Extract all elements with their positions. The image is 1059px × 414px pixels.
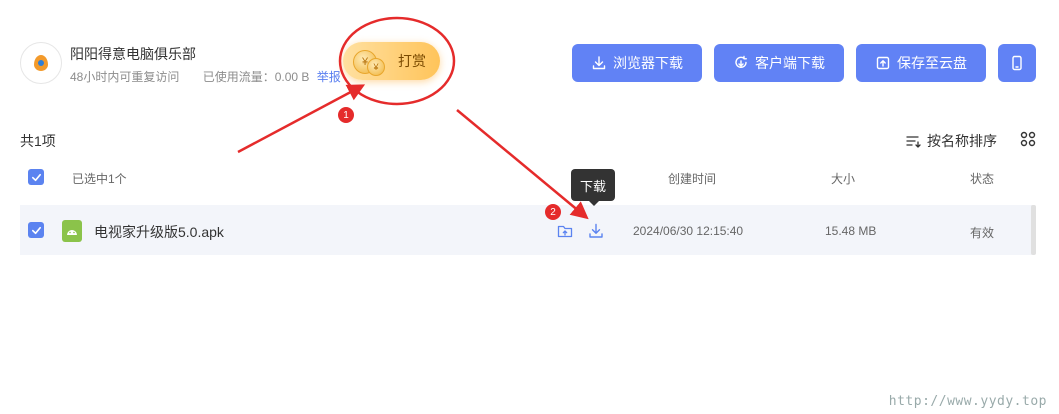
- watermark: http://www.yydy.top: [888, 394, 1047, 409]
- annotation-overlay: [237, 16, 589, 220]
- arrow-2: [456, 109, 589, 220]
- annotation-marker-1: 1: [338, 107, 354, 123]
- annotation-marker-2: 2: [545, 204, 561, 220]
- highlight-ellipse: [338, 16, 456, 106]
